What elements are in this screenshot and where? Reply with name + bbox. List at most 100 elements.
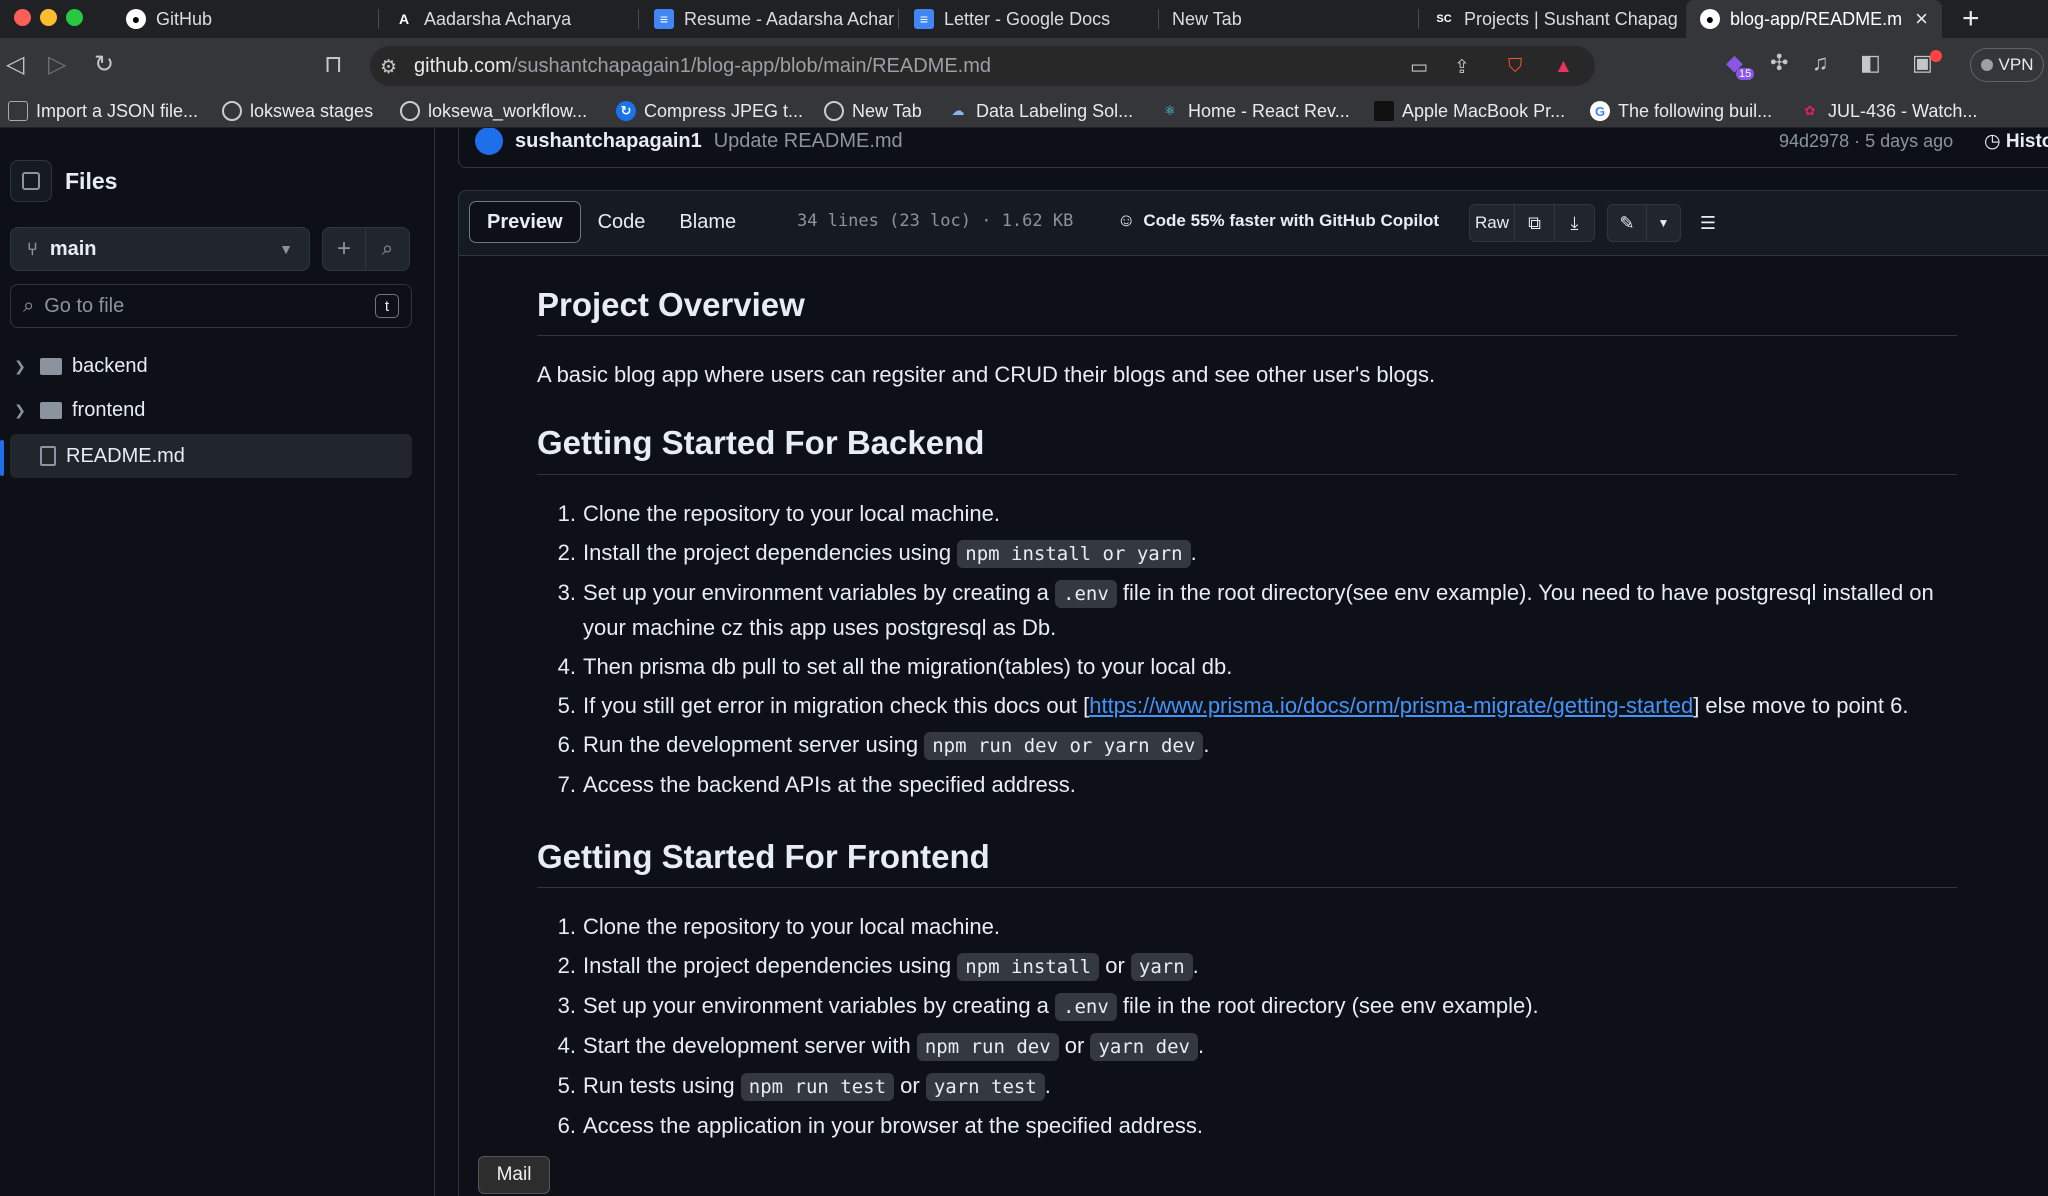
copilot-promo-link[interactable]: ☺ Code 55% faster with GitHub Copilot — [1117, 210, 1439, 231]
list-item: 7. Access the backend APIs at the specifi… — [557, 771, 1076, 797]
brave-rewards-icon[interactable]: ▲ — [1554, 56, 1573, 78]
go-to-file-input[interactable]: ⌕ Go to file t — [10, 284, 412, 328]
tree-folder-frontend[interactable]: ❯ frontend — [10, 388, 412, 432]
address-bar[interactable]: ⚙ github.com/sushantchapagain1/blog-app/… — [370, 46, 1595, 86]
music-note-icon[interactable]: ♫ — [1812, 50, 1829, 76]
bookmark-item[interactable]: Import a JSON file... — [8, 98, 198, 124]
inline-code: npm run dev or yarn dev — [924, 731, 1204, 760]
vpn-button[interactable]: VPN — [1970, 48, 2044, 82]
bookmark-item[interactable]: New Tab — [824, 98, 922, 124]
commit-author-link[interactable]: sushantchapagain1 — [515, 130, 702, 153]
close-tab-icon[interactable]: × — [1915, 6, 1928, 32]
new-tab-plus-icon[interactable]: + — [1962, 2, 1980, 36]
tab-resume-doc[interactable]: ≡ Resume - Aadarsha Achar — [640, 0, 894, 38]
search-files-button[interactable]: ⌕ — [366, 227, 410, 271]
bookmark-item[interactable]: loksewa_workflow... — [400, 98, 587, 124]
latest-commit-row: sushantchapagain1 Update README.md 94d29… — [458, 128, 2048, 168]
bookmark-item[interactable]: G The following buil... — [1590, 98, 1772, 124]
list-item: 1. Clone the repository to your local mac… — [557, 500, 1000, 526]
folder-icon — [40, 401, 62, 419]
inline-code: yarn — [1130, 952, 1193, 981]
tab-readme-active[interactable]: ● blog-app/README.m × — [1686, 0, 1942, 38]
collapse-file-tree-button[interactable] — [10, 160, 52, 202]
brave-shield-icon[interactable]: ⛉ — [1508, 56, 1522, 78]
tree-folder-backend[interactable]: ❯ backend — [10, 344, 412, 388]
tab-github[interactable]: ● GitHub — [112, 0, 372, 38]
list-icon: ☰ — [1699, 212, 1717, 233]
tree-file-readme[interactable]: README.md — [10, 434, 412, 478]
cast-icon[interactable]: ▭ — [1410, 56, 1428, 79]
bookmark-item[interactable]: lokswea stages — [222, 98, 373, 124]
outline-button[interactable]: ☰ — [1693, 204, 1723, 242]
prisma-docs-link[interactable]: https://www.prisma.io/docs/orm/prisma-mi… — [1089, 693, 1693, 718]
chevron-right-icon[interactable]: ❯ — [10, 358, 30, 375]
list-item: 1. Clone the repository to your local mac… — [557, 913, 1000, 939]
forward-arrow-icon[interactable]: ▷ — [48, 50, 66, 79]
bookmark-item[interactable]: ☁ Data Labeling Sol... — [948, 98, 1134, 124]
window-close-button[interactable] — [14, 9, 31, 26]
history-button[interactable]: ◷ History — [1984, 130, 2048, 153]
branch-selector-button[interactable]: ⑂ main ▼ — [10, 227, 310, 271]
inline-code: .env — [1055, 992, 1117, 1021]
add-file-button[interactable]: + — [322, 227, 366, 271]
list-item: 2. Install the project dependencies using… — [537, 949, 1957, 984]
search-icon: ⌕ — [381, 237, 394, 260]
inline-code: npm run test — [740, 1072, 895, 1101]
caret-down-icon: ▼ — [1657, 216, 1670, 230]
bookmark-icon[interactable]: ⊓ — [324, 50, 343, 79]
download-icon: ⤓ — [1570, 212, 1579, 233]
site-settings-icon[interactable]: ⚙ — [380, 56, 397, 79]
commit-meta[interactable]: 94d2978 · 5 days ago — [1779, 131, 1953, 152]
tab-letter-doc[interactable]: ≡ Letter - Google Docs — [900, 0, 1152, 38]
globe-icon — [222, 101, 242, 121]
tab-aadarsha-acharya[interactable]: A Aadarsha Acharya — [380, 0, 636, 38]
extension-badge-count: 15 — [1736, 68, 1755, 80]
readme-body: Project Overview A basic blog app where … — [458, 256, 2048, 1196]
raw-button[interactable]: Raw — [1469, 204, 1515, 242]
list-item: 4. Then prisma db pull to set all the mig… — [557, 653, 1233, 679]
overview-paragraph: A basic blog app where users can regsite… — [537, 362, 1436, 388]
compress-icon: ↻ — [616, 101, 636, 121]
inline-code: npm install or yarn — [957, 539, 1191, 568]
bookmark-item[interactable]: ✿ JUL-436 - Watch... — [1800, 98, 1978, 124]
edit-file-button[interactable]: ✎ — [1607, 204, 1647, 242]
bookmark-item[interactable]: Apple MacBook Pr... — [1374, 98, 1565, 124]
chevron-right-icon[interactable]: ❯ — [10, 402, 30, 419]
bookmark-item[interactable]: ↻ Compress JPEG t... — [616, 98, 803, 124]
react-atom-icon: ⚛ — [1164, 103, 1176, 118]
bookmark-item[interactable]: ⚛ Home - React Rev... — [1160, 98, 1350, 124]
share-icon[interactable]: ⇪ — [1454, 56, 1470, 79]
list-item: 6. Run the development server using npm r… — [537, 728, 1957, 763]
tab-blame[interactable]: Blame — [662, 201, 753, 243]
inline-code: .env — [1055, 579, 1117, 608]
sc-logo-icon: SC — [1436, 13, 1452, 25]
list-item: 4. Start the development server with npm … — [537, 1029, 1957, 1064]
edit-options-button[interactable]: ▼ — [1647, 204, 1681, 242]
commit-message-link[interactable]: Update README.md — [714, 130, 903, 153]
file-icon — [40, 446, 56, 466]
list-item: 6. Access the application in your browser… — [557, 1112, 1203, 1138]
heading-backend: Getting Started For Backend — [537, 422, 1957, 475]
window-minimize-button[interactable] — [40, 9, 57, 26]
avatar[interactable] — [475, 128, 503, 155]
mail-tooltip: Mail — [478, 1156, 550, 1194]
file-header: Preview Code Blame 34 lines (23 loc) · 1… — [458, 190, 2048, 256]
notification-dot — [1930, 50, 1942, 62]
copy-raw-button[interactable]: ⧉ — [1515, 204, 1555, 242]
jira-flower-icon: ✿ — [1804, 103, 1816, 118]
github-icon: ● — [126, 9, 146, 29]
apple-store-icon — [1374, 101, 1394, 121]
download-button[interactable]: ⤓ — [1555, 204, 1595, 242]
inline-code: yarn dev — [1090, 1032, 1198, 1061]
back-arrow-icon[interactable]: ◁ — [6, 50, 24, 79]
tab-new-tab[interactable]: New Tab — [1158, 0, 1414, 38]
tab-code[interactable]: Code — [581, 201, 663, 243]
reload-icon[interactable]: ↻ — [94, 50, 114, 79]
window-zoom-button[interactable] — [66, 9, 83, 26]
sidebar-toggle-icon[interactable]: ◧ — [1860, 50, 1881, 76]
list-item: 5. If you still get error in migration ch… — [557, 692, 1909, 718]
tab-projects-sushant[interactable]: SC Projects | Sushant Chapag — [1420, 0, 1678, 38]
puzzle-icon[interactable]: ✣ — [1770, 50, 1788, 76]
tab-preview[interactable]: Preview — [469, 201, 581, 243]
files-title: Files — [65, 168, 118, 194]
